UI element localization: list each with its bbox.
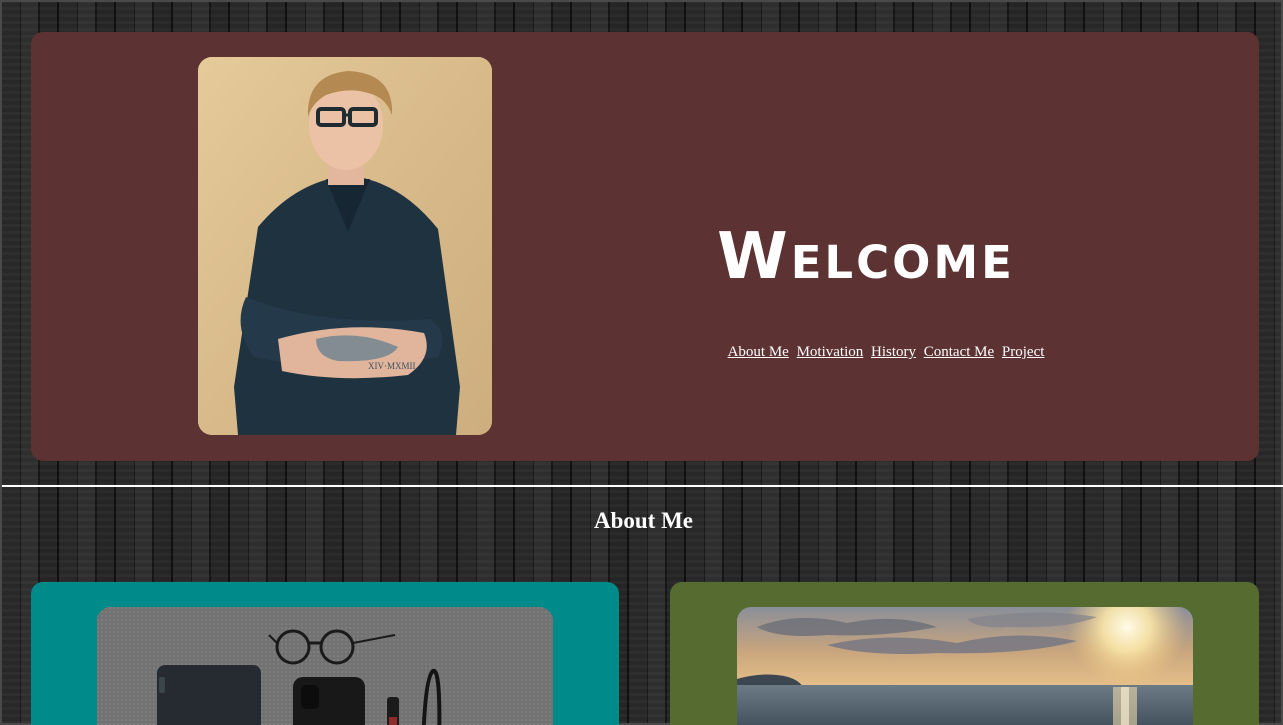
sea-sunset-photo [737,607,1193,725]
desk-items-photo [97,607,553,725]
welcome-heading: Welcome [717,219,1015,294]
nav-link-history[interactable]: History [871,344,916,360]
nav-link-motivation[interactable]: Motivation [797,344,864,360]
about-card-green [670,582,1259,725]
section-divider [2,485,1283,487]
nav-link-contact-me[interactable]: Contact Me [924,344,994,360]
hero-banner: XIV·MXMII Welcome About Me Motivation Hi… [31,32,1259,461]
svg-text:XIV·MXMII: XIV·MXMII [368,361,416,371]
nav-link-project[interactable]: Project [1002,344,1045,360]
main-nav: About Me Motivation History Contact Me P… [631,344,1141,361]
about-me-heading: About Me [593,508,694,533]
nav-link-about-me[interactable]: About Me [728,344,789,360]
about-card-teal [31,582,619,725]
portrait-photo: XIV·MXMII [198,57,492,435]
